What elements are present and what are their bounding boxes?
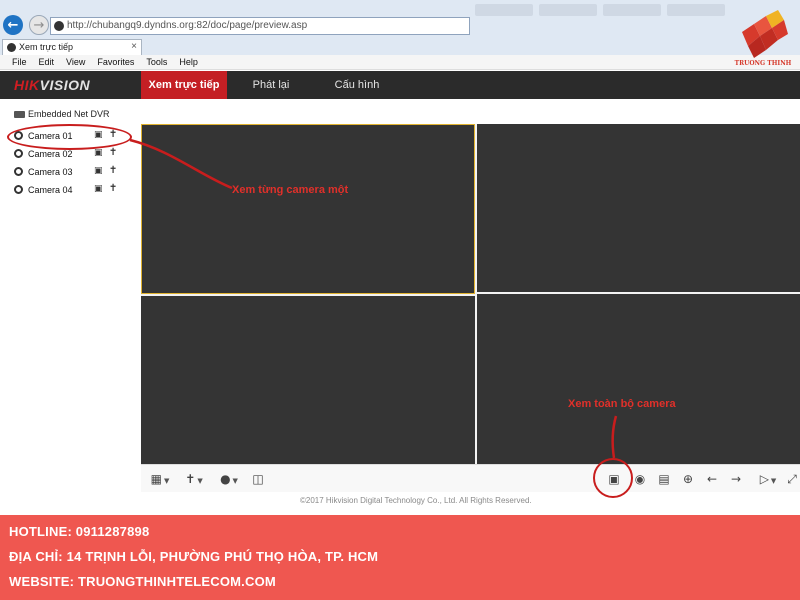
- contact-banner: HOTLINE: 0911287898 ĐỊA CHỈ: 14 TRỊNH LỖ…: [0, 515, 800, 600]
- browser-tab-strip: Xem trực tiếp ×: [0, 38, 800, 55]
- back-icon[interactable]: ←: [3, 15, 23, 35]
- next-icon[interactable]: →: [727, 470, 745, 488]
- screen: ← → http://chubangq9.dyndns.org:82/doc/p…: [0, 0, 800, 600]
- record-icon[interactable]: ▣: [94, 166, 103, 176]
- live-toolbar: ▦ ▼ ✝ ▼ ● ▼ ◫ ▣ ◉ ▤ ⊕ ← → ▷ ▼ ⤢: [141, 464, 800, 492]
- menu-view[interactable]: View: [66, 57, 85, 67]
- annotation-all-cameras: Xem toàn bộ camera: [568, 398, 676, 410]
- camera-sidebar: Embedded Net DVR Camera 01 ▣ ✝ Camera 02…: [0, 99, 141, 515]
- record-icon[interactable]: ▤: [655, 470, 673, 488]
- camera-label: Camera 03: [28, 167, 73, 177]
- favicon-icon: [7, 43, 16, 52]
- url-text: http://chubangq9.dyndns.org:82/doc/page/…: [67, 20, 308, 31]
- tab-configuration[interactable]: Cấu hình: [326, 71, 388, 99]
- other-tabs: [475, 4, 725, 16]
- camera-item[interactable]: Camera 04 ▣ ✝: [14, 183, 124, 197]
- tab-playback[interactable]: Phát lại: [240, 71, 302, 99]
- video-pane-3[interactable]: [141, 296, 475, 464]
- camera-icon: [14, 149, 23, 158]
- banner-hotline: HOTLINE: 0911287898: [9, 524, 150, 539]
- volume-icon[interactable]: ▷ ▼: [755, 470, 781, 488]
- microphone-icon[interactable]: ● ▼: [217, 470, 241, 488]
- url-field[interactable]: http://chubangq9.dyndns.org:82/doc/page/…: [50, 17, 470, 35]
- camera-item[interactable]: Camera 03 ▣ ✝: [14, 165, 124, 179]
- ptz-icon[interactable]: ✝: [109, 183, 117, 194]
- menu-file[interactable]: File: [12, 57, 27, 67]
- browser-menu-bar: File Edit View Favorites Tools Help: [0, 55, 800, 70]
- menu-favorites[interactable]: Favorites: [97, 57, 134, 67]
- annotation-single-camera: Xem từng camera một: [232, 184, 349, 196]
- fullscreen-icon[interactable]: ⤢: [785, 470, 799, 488]
- banner-website: WEBSITE: TRUONGTHINHTELECOM.COM: [9, 574, 276, 589]
- app-header: HIKVISION Xem trực tiếp Phát lại Cấu hìn…: [0, 71, 800, 99]
- video-pane-1[interactable]: [141, 124, 475, 294]
- highlight-circle-all-cameras: [593, 458, 633, 498]
- browser-tab-title: Xem trực tiếp: [19, 42, 74, 52]
- logo-text: TRUONG THINH: [734, 60, 792, 67]
- layout-icon[interactable]: ▦ ▼: [147, 470, 173, 488]
- camera-icon: [14, 167, 23, 176]
- video-grid: [141, 124, 800, 464]
- browser-address-bar: ← → http://chubangq9.dyndns.org:82/doc/p…: [0, 0, 800, 38]
- tab-live-view[interactable]: Xem trực tiếp: [141, 71, 227, 99]
- device-node[interactable]: Embedded Net DVR: [14, 109, 110, 119]
- page-icon: [54, 21, 64, 31]
- menu-edit[interactable]: Edit: [39, 57, 55, 67]
- capture-icon[interactable]: ◉: [631, 470, 649, 488]
- browser-tab[interactable]: Xem trực tiếp ×: [2, 39, 142, 55]
- zoom-icon[interactable]: ⊕: [679, 470, 697, 488]
- forward-icon[interactable]: →: [29, 15, 49, 35]
- device-label: Embedded Net DVR: [28, 109, 110, 119]
- video-pane-4[interactable]: [477, 294, 800, 464]
- dvr-icon: [14, 111, 25, 118]
- record-icon[interactable]: ▣: [94, 148, 103, 158]
- menu-help[interactable]: Help: [179, 57, 198, 67]
- copyright-text: ©2017 Hikvision Digital Technology Co., …: [300, 496, 532, 505]
- ptz-icon[interactable]: ✝: [109, 165, 117, 176]
- camera-icon: [14, 185, 23, 194]
- ptz-control-icon[interactable]: ✝ ▼: [181, 470, 207, 488]
- tab-close-icon[interactable]: ×: [131, 40, 137, 54]
- prev-icon[interactable]: ←: [703, 470, 721, 488]
- ptz-icon[interactable]: ✝: [109, 147, 117, 158]
- video-pane-2[interactable]: [477, 124, 800, 292]
- stream-icon[interactable]: ◫: [249, 470, 267, 488]
- record-icon[interactable]: ▣: [94, 184, 103, 194]
- menu-tools[interactable]: Tools: [146, 57, 167, 67]
- highlight-oval-camera: [7, 124, 132, 150]
- camera-label: Camera 04: [28, 185, 73, 195]
- hikvision-logo: HIKVISION: [14, 77, 91, 93]
- banner-address: ĐỊA CHỈ: 14 TRỊNH LỖI, PHƯỜNG PHÚ THỌ HÒ…: [9, 549, 379, 564]
